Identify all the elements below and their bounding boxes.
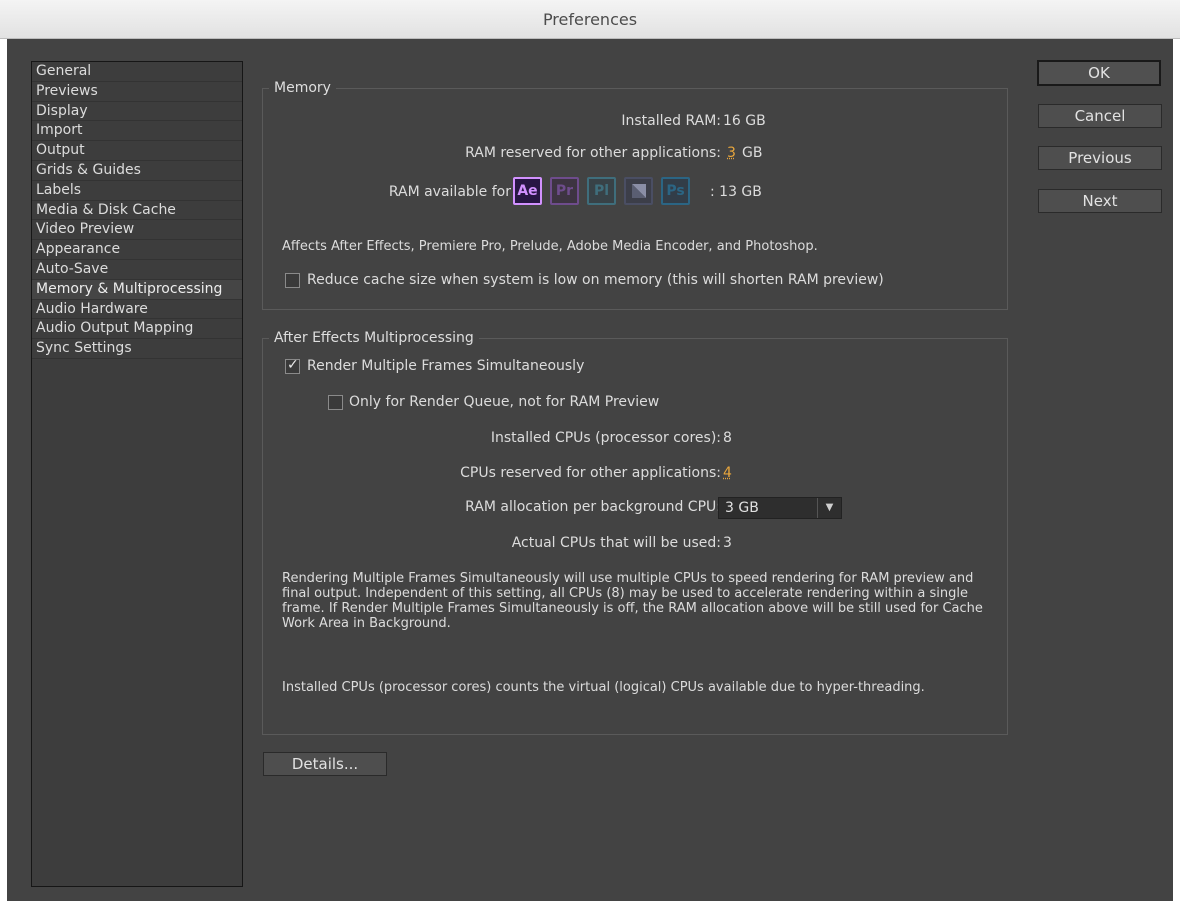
sidebar-item-audio-output-mapping[interactable]: Audio Output Mapping [32, 319, 242, 340]
preferences-window: General Previews Display Import Output Grids … [7, 39, 1173, 901]
dropdown-arrow-icon: ▼ [817, 498, 841, 518]
after-effects-icon[interactable]: Ae [513, 177, 542, 205]
premiere-pro-icon[interactable]: Pr [550, 177, 579, 205]
photoshop-icon[interactable]: Ps [661, 177, 690, 205]
ram-available-value: : 13 GB [710, 184, 762, 200]
cancel-button[interactable]: Cancel [1038, 104, 1162, 128]
sidebar-item-labels[interactable]: Labels [32, 181, 242, 201]
sidebar-item-memory-multiprocessing[interactable]: Memory & Multiprocessing [32, 279, 242, 300]
sidebar-item-output[interactable]: Output [32, 141, 242, 161]
multiprocessing-group-title: After Effects Multiprocessing [269, 329, 479, 347]
sidebar-item-audio-hardware[interactable]: Audio Hardware [32, 300, 242, 320]
sidebar-item-display[interactable]: Display [32, 102, 242, 122]
render-multiple-frames-checkbox[interactable] [285, 357, 300, 374]
reduce-cache-label[interactable]: Reduce cache size when system is low on … [307, 272, 884, 288]
render-queue-only-checkbox[interactable] [328, 395, 343, 410]
ram-reserved-value[interactable]: 3 [727, 145, 736, 161]
details-button[interactable]: Details... [263, 752, 387, 776]
installed-cpus-label: Installed CPUs (processor cores): [490, 430, 721, 446]
actual-cpus-label: Actual CPUs that will be used: [511, 535, 721, 551]
sidebar-item-auto-save[interactable]: Auto-Save [32, 260, 242, 280]
reduce-cache-checkbox[interactable] [285, 273, 300, 288]
ram-allocation-value: 3 GB [725, 500, 759, 516]
sidebar-item-appearance[interactable]: Appearance [32, 240, 242, 260]
cpus-reserved-label: CPUs reserved for other applications: [460, 465, 721, 481]
category-list: General Previews Display Import Output Grids … [31, 61, 243, 887]
actual-cpus-value: 3 [723, 535, 732, 551]
app-icons: Ae Pr Pl Ps [513, 177, 690, 205]
sidebar-item-import[interactable]: Import [32, 121, 242, 142]
installed-ram-value: 16 GB [723, 113, 766, 129]
memory-group-title: Memory [269, 79, 336, 97]
previous-button[interactable]: Previous [1038, 146, 1162, 170]
sidebar-item-previews[interactable]: Previews [32, 82, 242, 102]
sidebar-item-sync-settings[interactable]: Sync Settings [32, 339, 242, 359]
sidebar-item-general[interactable]: General [32, 62, 242, 82]
ram-reserved-unit: GB [742, 145, 763, 161]
installed-ram-label: Installed RAM: [621, 113, 721, 129]
cpus-reserved-value[interactable]: 4 [723, 465, 732, 481]
ram-reserved-label: RAM reserved for other applications: [465, 145, 721, 161]
sidebar-item-media-disk-cache[interactable]: Media & Disk Cache [32, 201, 242, 221]
hyperthreading-info-text: Installed CPUs (processor cores) counts … [282, 680, 925, 695]
ram-allocation-select[interactable]: 3 GB ▼ [718, 497, 842, 519]
sidebar-item-video-preview[interactable]: Video Preview [32, 220, 242, 241]
ok-button[interactable]: OK [1037, 60, 1161, 86]
ram-allocation-label: RAM allocation per background CPU: [465, 499, 721, 515]
affects-apps-text: Affects After Effects, Premiere Pro, Pre… [282, 239, 818, 254]
multiprocessing-info-text: Rendering Multiple Frames Simultaneously… [282, 571, 983, 631]
window-title: Preferences [0, 0, 1180, 39]
next-button[interactable]: Next [1038, 189, 1162, 213]
ram-available-label: RAM available for [388, 184, 511, 200]
sidebar-item-grids-guides[interactable]: Grids & Guides [32, 161, 242, 181]
media-encoder-icon[interactable] [624, 177, 653, 205]
render-multiple-frames-label[interactable]: Render Multiple Frames Simultaneously [307, 358, 584, 374]
installed-cpus-value: 8 [723, 430, 732, 446]
render-queue-only-label[interactable]: Only for Render Queue, not for RAM Previ… [349, 394, 659, 410]
prelude-icon[interactable]: Pl [587, 177, 616, 205]
